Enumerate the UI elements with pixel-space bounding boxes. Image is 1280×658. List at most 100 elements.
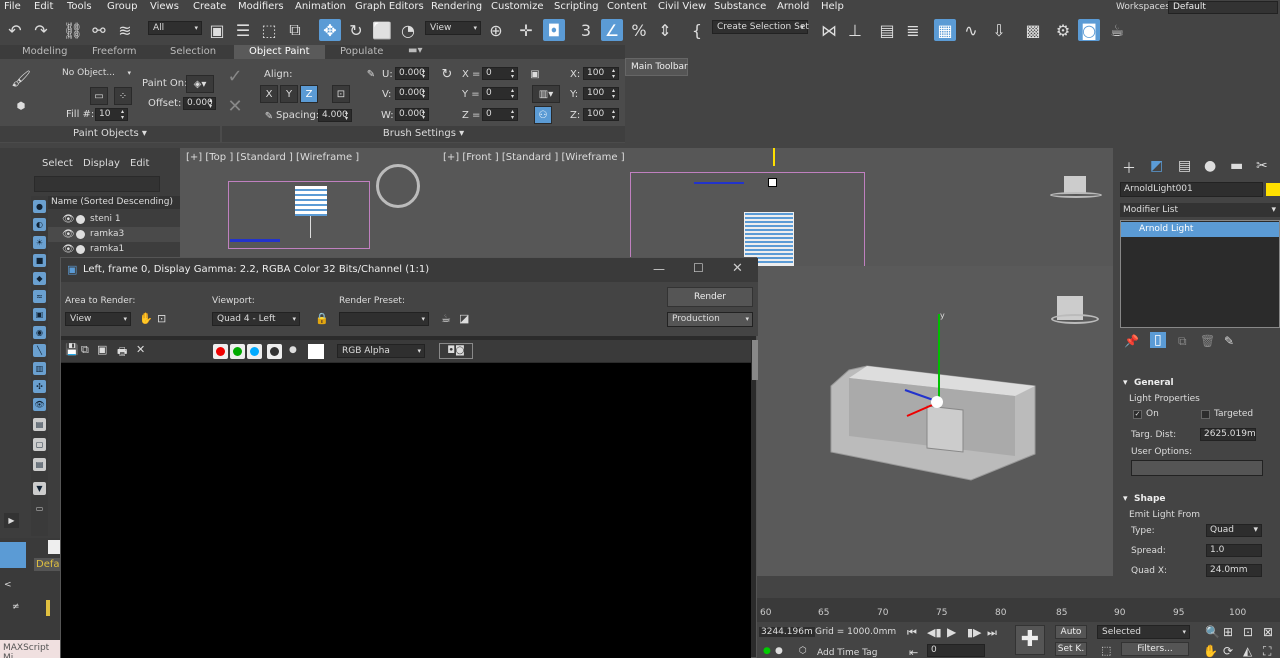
list-item[interactable]: 👁 ramka1 [48, 242, 180, 257]
filter-cameras-icon[interactable]: ■ [33, 254, 46, 267]
mirror-icon[interactable]: ⋈ [818, 19, 840, 41]
go-to-end-icon[interactable]: ⏭ [987, 626, 997, 640]
filter-hidden-icon[interactable]: ▢ [33, 438, 46, 451]
keyboard-shortcut-override-icon[interactable]: ◘ [543, 19, 565, 41]
v-spinner[interactable]: 0.000 [395, 87, 429, 100]
modifier-list-dropdown[interactable]: Modifier List ▾ [1120, 203, 1280, 217]
menu-views[interactable]: Views [150, 1, 179, 12]
filter-geometry-icon[interactable]: ● [33, 200, 46, 213]
add-time-tag-label[interactable]: Add Time Tag [817, 648, 877, 658]
render-preset-dropdown[interactable]: ▾ [339, 312, 429, 326]
viewport-layout-icon[interactable] [0, 542, 26, 568]
filter-frozen-icon[interactable]: ▤ [33, 418, 46, 431]
scene-explorer-icon[interactable]: ▤ [876, 19, 898, 41]
zoom-all-icon[interactable]: ⊞ [1223, 625, 1233, 639]
hierarchy-tab-icon[interactable]: ▤ [1178, 158, 1191, 174]
render-mode-dropdown[interactable]: Production ▾ [667, 312, 753, 327]
copy-image-icon[interactable]: ⧉ [81, 343, 89, 357]
filter-particles-icon[interactable]: ✣ [33, 380, 46, 393]
menu-group[interactable]: Group [107, 1, 137, 12]
viewport-top-label[interactable]: [+] [Top ] [Standard ] [Wireframe ] [186, 152, 359, 163]
object-color-swatch[interactable] [1266, 183, 1280, 196]
display-channel-dropdown[interactable]: RGB Alpha ▾ [337, 344, 425, 358]
render-viewport-dropdown[interactable]: Quad 4 - Left ▾ [212, 312, 300, 326]
next-frame-icon[interactable]: ▮▶ [967, 626, 982, 639]
edit-named-selection-icon[interactable]: { [686, 19, 708, 41]
select-and-place-icon[interactable]: ◔ [397, 19, 419, 41]
workspaces-dropdown[interactable]: Default [1168, 1, 1278, 14]
layer-icon[interactable]: ▭ [33, 502, 46, 515]
paint-on-dropdown[interactable]: ◈▾ [186, 75, 214, 93]
area-to-render-dropdown[interactable]: View ▾ [65, 312, 131, 326]
align-z-button[interactable]: Z [300, 85, 318, 103]
select-manipulate-icon[interactable]: ✛ [515, 19, 537, 41]
tab-modeling[interactable]: Modeling [22, 46, 68, 57]
blue-channel-toggle[interactable] [247, 344, 262, 359]
menu-create[interactable]: Create [193, 1, 226, 12]
quad-x-spinner[interactable]: 24.0mm [1206, 564, 1262, 577]
paint-object-dropdown[interactable]: No Object... ▾ [58, 67, 134, 81]
menu-civil-view[interactable]: Civil View [658, 1, 706, 12]
rotate-x-spinner[interactable]: 0 [482, 67, 518, 80]
viewport-left-viewcube-area[interactable] [1040, 148, 1113, 266]
align-y-button[interactable]: Y [280, 85, 298, 103]
menu-customize[interactable]: Customize [491, 1, 544, 12]
filter-helpers-icon[interactable]: ◆ [33, 272, 46, 285]
menu-edit[interactable]: Edit [34, 1, 53, 12]
w-spinner[interactable]: 0.000 [395, 108, 429, 121]
auto-key-button[interactable]: Auto [1055, 625, 1087, 639]
tab-selection[interactable]: Selection [170, 46, 216, 57]
ribbon-toggle-icon[interactable]: ▦ [934, 19, 956, 41]
spread-spinner[interactable]: 1.0 [1206, 544, 1262, 557]
fill-spinner[interactable]: 10 [95, 108, 128, 121]
link-icon[interactable]: ⛓ [62, 19, 84, 41]
align-icon[interactable]: ⊥ [844, 19, 866, 41]
render-setup-icon[interactable]: ⚙ [1052, 19, 1074, 41]
light-type-dropdown[interactable]: Quad ▾ [1206, 524, 1262, 537]
key-mode-icon[interactable]: ⇤ [909, 646, 918, 658]
tab-edit[interactable]: Edit [130, 158, 149, 169]
scroll-left-icon[interactable]: < [4, 580, 12, 590]
red-channel-toggle[interactable] [213, 344, 228, 359]
print-icon[interactable]: 🖶 [117, 343, 127, 362]
key-filter-selection-dropdown[interactable]: Selected ▾ [1097, 625, 1190, 639]
render-canvas[interactable] [61, 363, 751, 658]
make-unique-icon[interactable]: ⧉ [1178, 334, 1187, 349]
reference-coordinate-dropdown[interactable]: View ▾ [425, 21, 481, 35]
visibility-eye-icon[interactable]: 👁 [62, 244, 75, 255]
maxscript-listener-field[interactable]: MAXScript Mi [0, 640, 60, 658]
bind-spacewarp-icon[interactable]: ≋ [114, 19, 136, 41]
list-item[interactable]: 👁 ramka3 [48, 227, 180, 242]
filter-all-icon[interactable]: ▤ [33, 458, 46, 471]
layer-explorer-icon[interactable]: ≣ [902, 19, 924, 41]
cancel-x-icon[interactable]: ✕ [226, 96, 244, 117]
menu-scripting[interactable]: Scripting [554, 1, 598, 12]
rotate-z-spinner[interactable]: 0 [482, 108, 518, 121]
render-production-icon[interactable]: ☕ [1106, 19, 1128, 41]
expand-arrow-icon[interactable]: ▶ [4, 513, 19, 528]
snaps-toggle-icon[interactable]: 3 [575, 19, 597, 41]
pin-stack-icon[interactable]: 📌 [1124, 334, 1139, 348]
tab-display[interactable]: Display [83, 158, 120, 169]
viewport-front[interactable]: [+] [Front ] [Standard ] [Wireframe ] [437, 148, 1113, 266]
play-icon[interactable]: ▶ [947, 625, 956, 639]
rendered-frame-window-icon[interactable]: ◙ [1078, 19, 1100, 41]
configure-modifier-sets-icon[interactable]: ✎ [1224, 334, 1234, 348]
percent-snap-icon[interactable]: % [628, 19, 650, 41]
set-key-button[interactable]: Set K. [1055, 642, 1087, 656]
redo-icon[interactable]: ↷ [30, 19, 52, 41]
filter-funnel-icon[interactable]: ▼ [33, 482, 46, 495]
paint-objects-panel-footer[interactable]: Paint Objects ▾ [0, 126, 220, 142]
lock-icon[interactable]: 🔒 [315, 312, 329, 325]
set-key-icon[interactable]: ✚ [1015, 625, 1045, 655]
select-by-name-icon[interactable]: ☰ [232, 19, 254, 41]
menu-rendering[interactable]: Rendering [431, 1, 482, 12]
utilities-tab-icon[interactable]: ✂ [1256, 158, 1268, 174]
ribbon-options-icon[interactable]: ▬▾ [408, 45, 422, 56]
viewport-top[interactable]: [+] [Top ] [Standard ] [Wireframe ] [180, 148, 437, 266]
material-editor-icon[interactable]: ▩ [1022, 19, 1044, 41]
pan-view-icon[interactable]: ✋ [1203, 644, 1218, 658]
zoom-extents-all-icon[interactable]: ⊠ [1263, 625, 1273, 639]
render-button[interactable]: Render [667, 287, 753, 307]
menu-help[interactable]: Help [821, 1, 844, 12]
